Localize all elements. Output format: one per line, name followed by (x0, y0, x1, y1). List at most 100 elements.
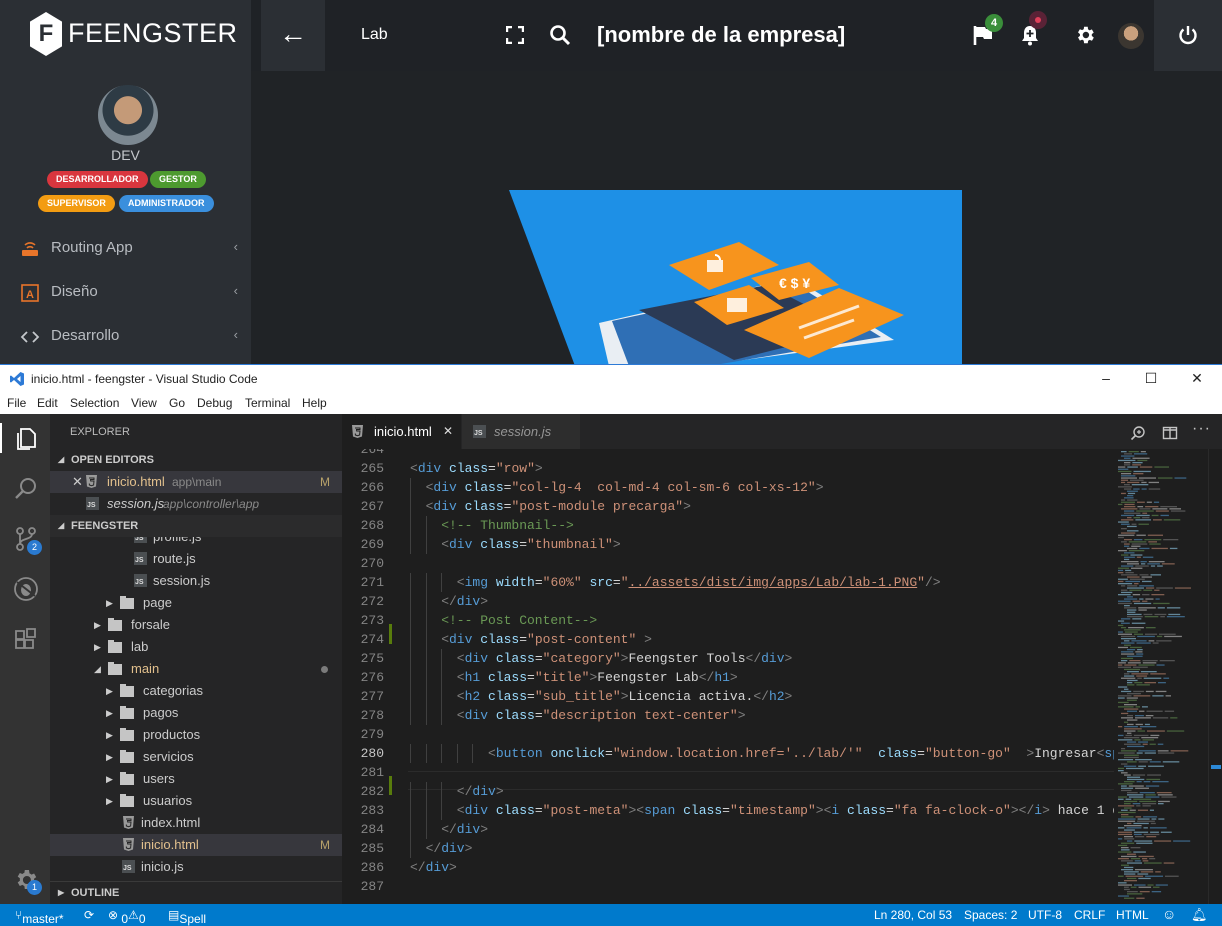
indentation-status[interactable]: Spaces: 2 (964, 908, 1017, 922)
split-editor-icon[interactable] (1162, 425, 1178, 441)
menu-item-diseno[interactable]: A Diseño ‹ (20, 281, 242, 305)
code-line[interactable]: 280 <button onclick="window.location.href… (342, 744, 1114, 763)
code-line[interactable]: 270 (342, 554, 1114, 573)
menu-debug[interactable]: Debug (197, 396, 232, 410)
tree-folder[interactable]: ▶ pagos (50, 702, 342, 724)
code-line[interactable]: 264 (342, 449, 1114, 459)
project-header[interactable]: ◢ FEENGSTER (50, 515, 342, 537)
code-line[interactable]: 286 </div> (342, 858, 1114, 877)
tree-folder[interactable]: ▶ page (50, 592, 342, 614)
code-line[interactable]: 278 <div class="description text-center"> (342, 706, 1114, 725)
open-editors-header[interactable]: ◢ OPEN EDITORS (50, 449, 342, 471)
code-line[interactable]: 274 <div class="post-content" > (342, 630, 1114, 649)
code-line[interactable]: 275 <div class="category">Feengster Tools… (342, 649, 1114, 668)
code-line[interactable]: 281 (342, 763, 1114, 782)
tree-folder[interactable]: ▶ categorias (50, 680, 342, 702)
minimap-line (1124, 765, 1137, 767)
minimap-line (1138, 886, 1152, 888)
menu-help[interactable]: Help (302, 396, 327, 410)
branch-status[interactable]: ⑂ master* (15, 908, 64, 926)
tree-folder[interactable]: ▶ lab (50, 636, 342, 658)
tree-file[interactable]: JS session.js (50, 570, 342, 592)
code-line[interactable]: 273 <!-- Post Content--> (342, 611, 1114, 630)
maximize-button[interactable]: ☐ (1142, 369, 1160, 387)
open-editor-item[interactable]: JS session.js app\controller\app (50, 493, 342, 515)
code-line[interactable]: 265 <div class="row"> (342, 459, 1114, 478)
brand-logo[interactable]: F FEENGSTER (0, 0, 251, 71)
minimap-line (1124, 800, 1138, 803)
tree-file[interactable]: JS route.js (50, 548, 342, 570)
menu-item-routing-app[interactable]: Routing App ‹ (20, 237, 242, 261)
tab-inicio-html[interactable]: inicio.html ✕ (342, 414, 461, 449)
code-line[interactable]: 268 <!-- Thumbnail--> (342, 516, 1114, 535)
feedback-smiley-icon[interactable]: ☺ (1162, 906, 1176, 922)
logout-button[interactable] (1154, 0, 1222, 71)
menu-edit[interactable]: Edit (37, 396, 58, 410)
tree-folder[interactable]: ▶ usuarios (50, 790, 342, 812)
open-editor-item[interactable]: ✕ inicio.html app\main M (50, 471, 342, 493)
tree-folder[interactable]: ▶ servicios (50, 746, 342, 768)
tab-session-js[interactable]: JS session.js (462, 414, 580, 449)
sync-icon[interactable]: ⟳ (84, 908, 94, 922)
close-icon[interactable]: ✕ (72, 471, 83, 493)
cursor-position[interactable]: Ln 280, Col 53 (874, 908, 952, 922)
window-titlebar[interactable]: inicio.html - feengster - Visual Studio … (0, 365, 1222, 393)
language-mode[interactable]: HTML (1116, 908, 1149, 922)
outline-header[interactable]: ▶ OUTLINE (50, 881, 342, 903)
close-window-button[interactable]: ✕ (1188, 369, 1206, 387)
menu-item-desarrollo[interactable]: Desarrollo ‹ (20, 325, 242, 349)
search-icon[interactable] (13, 476, 39, 502)
debug-icon[interactable] (13, 576, 39, 602)
code-line[interactable]: 266 <div class="col-lg-4 col-md-4 col-sm-… (342, 478, 1114, 497)
vertical-scrollbar[interactable] (1208, 449, 1222, 904)
minimap-line (1135, 759, 1152, 761)
menu-terminal[interactable]: Terminal (245, 396, 290, 410)
code-editor[interactable]: 264 265 <div class="row"> 266 <div class="co… (342, 449, 1222, 904)
menu-selection[interactable]: Selection (70, 396, 119, 410)
tree-folder[interactable]: ◢ main (50, 658, 342, 680)
code-line[interactable]: 277 <h2 class="sub_title">Licencia activa… (342, 687, 1114, 706)
tab-lab[interactable]: Lab (361, 26, 388, 44)
code-line[interactable]: 269 <div class="thumbnail"> (342, 535, 1114, 554)
code-line[interactable]: 282 </div> (342, 782, 1114, 801)
code-line[interactable]: 287 (342, 877, 1114, 896)
menu-go[interactable]: Go (169, 396, 185, 410)
tree-file[interactable]: JS profile.js (50, 537, 342, 548)
code-line[interactable]: 285 </div> (342, 839, 1114, 858)
encoding-status[interactable]: UTF-8 (1028, 908, 1062, 922)
code-line[interactable]: 272 </div> (342, 592, 1114, 611)
tree-folder[interactable]: ▶ productos (50, 724, 342, 746)
menu-file[interactable]: File (7, 396, 26, 410)
code-line[interactable]: 271 <img width="60%" src="../assets/dist/… (342, 573, 1114, 592)
code-line[interactable]: 279 (342, 725, 1114, 744)
files-icon[interactable] (13, 426, 39, 452)
close-tab-icon[interactable]: ✕ (443, 414, 453, 449)
eol-status[interactable]: CRLF (1074, 908, 1105, 922)
code-line[interactable]: 284 </div> (342, 820, 1114, 839)
user-avatar[interactable] (1118, 23, 1144, 49)
problems-status[interactable]: ⊗ 0 ⚠ 0 (108, 908, 146, 926)
fullscreen-icon[interactable] (506, 26, 524, 44)
more-actions-icon[interactable]: ··· (1192, 420, 1211, 438)
menu-view[interactable]: View (131, 396, 157, 410)
minimap-line (1134, 840, 1153, 842)
code-line[interactable]: 276 <h1 class="title">Feengster Lab</h1> (342, 668, 1114, 687)
profile-avatar[interactable] (98, 85, 158, 145)
tree-folder[interactable]: ▶ users (50, 768, 342, 790)
code-line[interactable]: 267 <div class="post-module precarga"> (342, 497, 1114, 516)
search-icon[interactable] (549, 24, 571, 46)
back-button[interactable]: ← (261, 0, 325, 71)
spell-status[interactable]: ▤ Spell Enabled [en] (168, 908, 206, 926)
tree-folder[interactable]: ▶ forsale (50, 614, 342, 636)
open-changes-icon[interactable] (1130, 425, 1146, 441)
code-line[interactable]: 283 <div class="post-meta"><span class="t… (342, 801, 1114, 820)
minimap-line (1152, 781, 1169, 783)
notifications-bell-icon[interactable]: 🔔︎ (1191, 907, 1208, 923)
extensions-icon[interactable] (13, 626, 39, 652)
tree-file[interactable]: JS inicio.js (50, 856, 342, 878)
gear-icon[interactable] (1074, 24, 1096, 46)
tree-file[interactable]: inicio.html M (50, 834, 342, 856)
tree-file[interactable]: index.html (50, 812, 342, 834)
minimize-button[interactable]: – (1097, 369, 1115, 387)
minimap[interactable] (1114, 449, 1208, 904)
